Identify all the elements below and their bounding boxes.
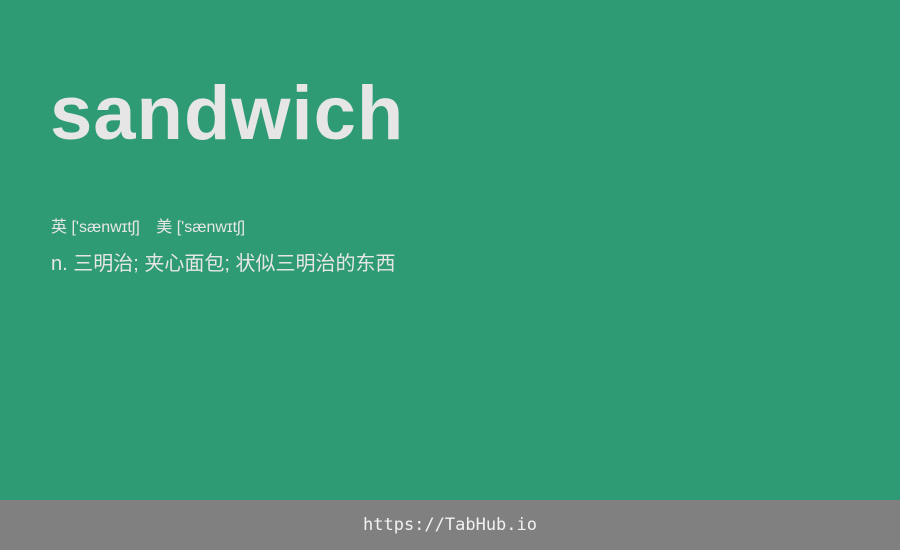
- uk-label: 英: [51, 219, 68, 236]
- phonetics-row: 英 ['sænwɪtʃ] 美 ['sænwɪtʃ]: [51, 213, 245, 237]
- us-pronunciation: 美 ['sænwɪtʃ]: [156, 213, 245, 237]
- definition-text: n. 三明治; 夹心面包; 状似三明治的东西: [51, 253, 396, 275]
- uk-ipa: ['sænwɪtʃ]: [71, 219, 140, 236]
- us-label: 美: [156, 219, 173, 236]
- tabhub-link[interactable]: https://TabHub.io: [363, 515, 537, 535]
- word-card: sandwich 英 ['sænwɪtʃ] 美 ['sænwɪtʃ] n. 三明…: [0, 0, 900, 500]
- footer-bar: https://TabHub.io: [0, 500, 900, 550]
- uk-pronunciation: 英 ['sænwɪtʃ]: [51, 213, 140, 237]
- word-title: sandwich: [50, 71, 405, 156]
- us-ipa: ['sænwɪtʃ]: [176, 219, 246, 236]
